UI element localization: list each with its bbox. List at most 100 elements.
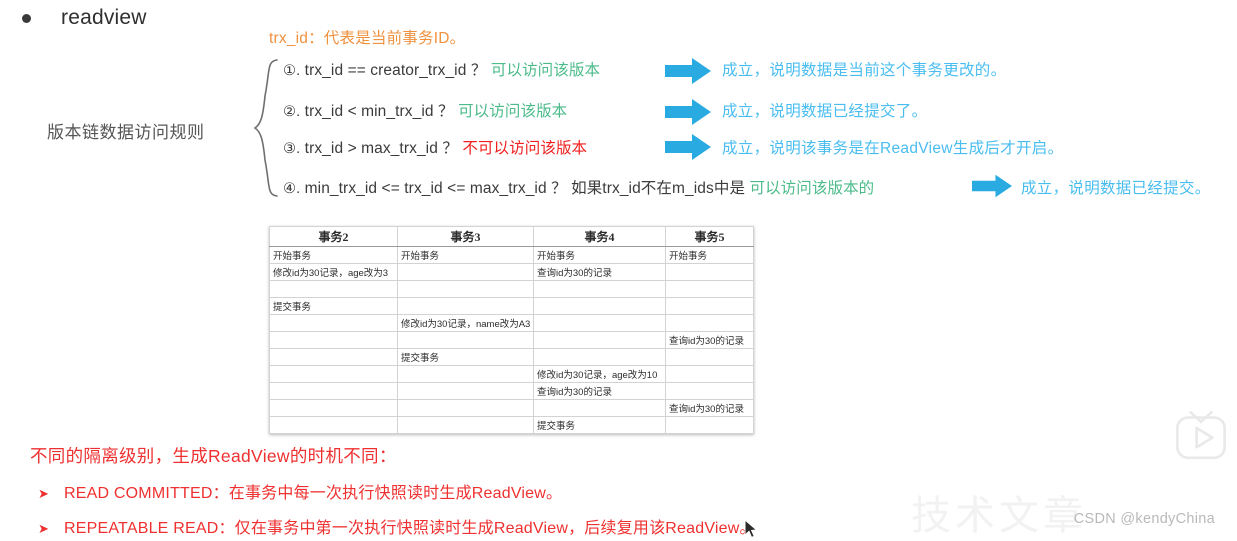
isolation-note-repeatable-read: ➤ REPEATABLE READ：仅在事务中第一次执行快照读时生成ReadVi… xyxy=(30,514,756,538)
rule-2: ②. trx_id < min_trx_id ？ 可以访问该版本 xyxy=(283,99,567,121)
right-arrow-icon-2 xyxy=(665,99,711,125)
page-heading: readview xyxy=(22,6,147,30)
table-cell-r5-c3 xyxy=(533,314,666,332)
right-arrow-icon-1 xyxy=(665,58,711,84)
rule-1-result: 成立，说明数据是当前这个事务更改的。 xyxy=(722,62,1007,79)
mouse-cursor-icon xyxy=(744,519,758,539)
table-row: 查询id为30的记录 xyxy=(269,382,754,400)
table-row: 提交事务 xyxy=(269,297,754,315)
table-cell-r5-c1 xyxy=(269,314,398,332)
rule-4-condition: min_trx_id <= trx_id <= max_trx_id ？ 如果t… xyxy=(304,180,746,197)
rule-1-verdict: 可以访问该版本 xyxy=(490,62,601,79)
table-cell-r3-c4 xyxy=(665,280,754,298)
table-cell-r2-c3: 查询id为30的记录 xyxy=(533,263,666,281)
rule-2-number: ②. xyxy=(283,104,301,120)
table-cell-r1-c3: 开始事务 xyxy=(533,246,666,264)
bullet-icon xyxy=(22,13,31,23)
chevron-right-icon-2: ➤ xyxy=(38,521,50,536)
col-header-tx2: 事务2 xyxy=(269,226,398,247)
isolation-note-repeatable-read-text: REPEATABLE READ：仅在事务中第一次执行快照读时生成ReadView… xyxy=(64,520,756,537)
trx-id-note: trx_id：代表是当前事务ID。 xyxy=(269,30,466,47)
table-row: 修改id为30记录，name改为A3 xyxy=(269,314,754,332)
table-cell-r1-c4: 开始事务 xyxy=(665,246,754,264)
table-cell-r1-c2: 开始事务 xyxy=(397,246,534,264)
table-cell-r8-c1 xyxy=(269,365,398,383)
table-cell-r7-c2: 提交事务 xyxy=(397,348,534,366)
table-cell-r9-c3: 查询id为30的记录 xyxy=(533,382,666,400)
background-ghost-watermark: 技术文章 xyxy=(911,494,1087,538)
table-cell-r8-c3: 修改id为30记录，age改为10 xyxy=(533,365,666,383)
right-arrow-icon-3 xyxy=(665,134,711,160)
table-row: 提交事务 xyxy=(269,416,754,434)
rule-2-result: 成立，说明数据已经提交了。 xyxy=(722,103,928,120)
rule-1-number: ①. xyxy=(283,63,301,79)
table-row: 查询id为30的记录 xyxy=(269,331,754,349)
rule-4-number: ④. xyxy=(283,181,301,197)
isolation-level-notes: 不同的隔离级别，生成ReadView的时机不同： ➤ READ COMMITTE… xyxy=(30,443,756,538)
table-cell-r10-c4: 查询id为30的记录 xyxy=(665,399,754,417)
video-play-watermark-icon xyxy=(1176,410,1226,460)
table-cell-r6-c1 xyxy=(269,331,398,349)
table-cell-r11-c2 xyxy=(397,416,534,434)
isolation-notes-title: 不同的隔离级别，生成ReadView的时机不同： xyxy=(30,446,397,466)
version-chain-rules-label: 版本链数据访问规则 xyxy=(47,123,205,142)
table-cell-r10-c3 xyxy=(533,399,666,417)
col-header-tx4: 事务4 xyxy=(533,226,666,247)
rule-4: ④. min_trx_id <= trx_id <= max_trx_id ？ … xyxy=(283,176,874,198)
page-title: readview xyxy=(61,6,147,29)
rule-1: ①. trx_id == creator_trx_id ？ 可以访问该版本 xyxy=(283,58,600,80)
table-row: 提交事务 xyxy=(269,348,754,366)
rule-2-condition: trx_id < min_trx_id ？ xyxy=(304,103,454,120)
table-row: 修改id为30记录，age改为10 xyxy=(269,365,754,383)
table-cell-r4-c2 xyxy=(397,297,534,315)
rule-2-verdict: 可以访问该版本 xyxy=(458,103,568,120)
table-cell-r6-c3 xyxy=(533,331,666,349)
table-cell-r1-c1: 开始事务 xyxy=(269,246,398,264)
table-row: 修改id为30记录，age改为3 查询id为30的记录 xyxy=(269,263,754,281)
rule-4-verdict: 可以访问该版本的 xyxy=(749,180,875,197)
table-cell-r2-c1: 修改id为30记录，age改为3 xyxy=(269,263,398,281)
table-cell-r4-c4 xyxy=(665,297,754,315)
col-header-tx5: 事务5 xyxy=(665,226,754,247)
table-cell-r3-c1 xyxy=(269,280,398,298)
table-cell-r11-c1 xyxy=(269,416,398,434)
isolation-note-read-committed-text: READ COMMITTED：在事务中每一次执行快照读时生成ReadView。 xyxy=(64,485,563,502)
chevron-right-icon-1: ➤ xyxy=(38,486,50,501)
table-cell-r7-c4 xyxy=(665,348,754,366)
table-cell-r11-c4 xyxy=(665,416,754,434)
table-cell-r4-c1: 提交事务 xyxy=(269,297,398,315)
table-cell-r7-c1 xyxy=(269,348,398,366)
col-header-tx3: 事务3 xyxy=(397,226,534,247)
table-row: 开始事务 开始事务 开始事务 开始事务 xyxy=(269,246,754,264)
table-cell-r8-c4 xyxy=(665,365,754,383)
rule-3-verdict: 不可以访问该版本 xyxy=(462,140,588,157)
table-cell-r6-c4: 查询id为30的记录 xyxy=(665,331,754,349)
table-cell-r6-c2 xyxy=(397,331,534,349)
table-header-row: 事务2 事务3 事务4 事务5 xyxy=(269,226,754,247)
table-cell-r5-c2: 修改id为30记录，name改为A3 xyxy=(397,314,534,332)
table-cell-r2-c4 xyxy=(665,263,754,281)
table-cell-r11-c3: 提交事务 xyxy=(533,416,666,434)
table-cell-r8-c2 xyxy=(397,365,534,383)
transaction-schedule-table: 事务2 事务3 事务4 事务5 开始事务 开始事务 开始事务 开始事务 修改id为30记… xyxy=(269,226,754,434)
table-cell-r2-c2 xyxy=(397,263,534,281)
table-cell-r3-c2 xyxy=(397,280,534,298)
csdn-watermark: CSDN @kendyChina xyxy=(1073,511,1215,527)
table-cell-r5-c4 xyxy=(665,314,754,332)
table-row: 查询id为30的记录 xyxy=(269,399,754,417)
table-cell-r3-c3 xyxy=(533,280,666,298)
isolation-note-read-committed: ➤ READ COMMITTED：在事务中每一次执行快照读时生成ReadView… xyxy=(30,479,756,503)
curly-brace-icon xyxy=(253,59,278,197)
right-arrow-icon-4 xyxy=(972,174,1012,198)
table-row xyxy=(269,280,754,298)
table-cell-r10-c1 xyxy=(269,399,398,417)
table-cell-r9-c4 xyxy=(665,382,754,400)
rule-3-number: ③. xyxy=(283,141,301,157)
table-cell-r9-c1 xyxy=(269,382,398,400)
table-cell-r4-c3 xyxy=(533,297,666,315)
rule-1-condition: trx_id == creator_trx_id ？ xyxy=(304,62,487,79)
rule-3: ③. trx_id > max_trx_id ？ 不可以访问该版本 xyxy=(283,136,587,158)
rule-4-result: 成立，说明数据已经提交。 xyxy=(1021,180,1211,197)
table-cell-r9-c2 xyxy=(397,382,534,400)
table-cell-r10-c2 xyxy=(397,399,534,417)
